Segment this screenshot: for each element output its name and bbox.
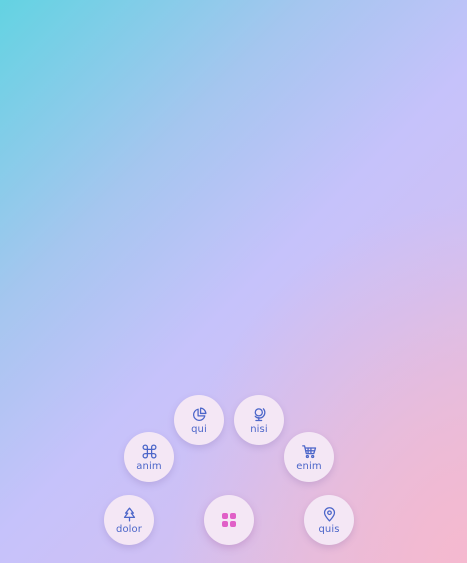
menu-toggle-button[interactable] [204, 495, 254, 545]
menu-item-anim[interactable]: anim [124, 432, 174, 482]
radial-fab-menu: dolor anim qui nisi enim quis [0, 0, 467, 563]
menu-item-label: nisi [250, 423, 268, 435]
menu-item-label: dolor [116, 523, 142, 535]
grid-icon [222, 513, 236, 527]
tree-icon [123, 506, 135, 522]
menu-item-nisi[interactable]: nisi [234, 395, 284, 445]
map-pin-icon [323, 506, 335, 522]
menu-item-dolor[interactable]: dolor [104, 495, 154, 545]
menu-item-qui[interactable]: qui [174, 395, 224, 445]
menu-item-enim[interactable]: enim [284, 432, 334, 482]
globe-icon [254, 407, 265, 421]
shopping-cart-icon [301, 444, 316, 458]
menu-item-quis[interactable]: quis [304, 495, 354, 545]
menu-item-label: anim [136, 460, 162, 472]
pie-chart-icon [192, 406, 207, 421]
command-icon [142, 444, 156, 458]
menu-item-label: quis [318, 523, 340, 535]
menu-item-label: enim [296, 460, 322, 472]
menu-item-label: qui [191, 423, 207, 435]
